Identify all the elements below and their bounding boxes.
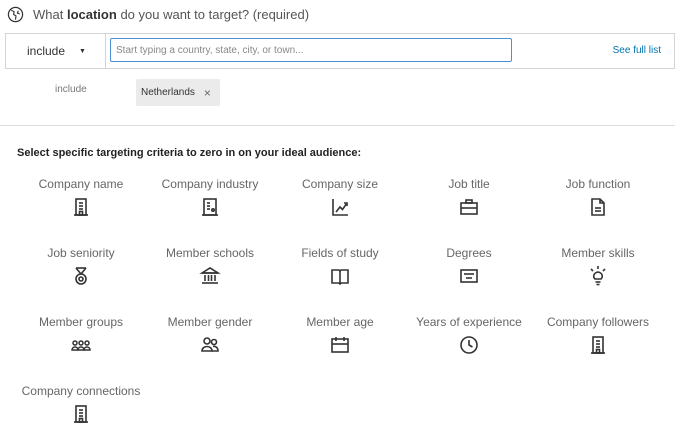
calendar-icon bbox=[331, 337, 349, 353]
book-icon bbox=[331, 269, 349, 286]
caret-down-icon: ▼ bbox=[79, 47, 86, 55]
people-icon bbox=[201, 337, 219, 352]
criterion-fields-of-study[interactable]: Fields of study bbox=[272, 246, 408, 287]
building-icon bbox=[74, 198, 88, 216]
criterion-company-followers[interactable]: Company followers bbox=[530, 315, 666, 356]
include-select-value: include bbox=[27, 44, 66, 58]
criterion-job-seniority[interactable]: Job seniority bbox=[13, 246, 149, 287]
diploma-icon bbox=[460, 269, 478, 283]
location-chip-netherlands: Netherlands × bbox=[136, 79, 220, 106]
location-search-input[interactable] bbox=[110, 38, 512, 62]
document-icon bbox=[591, 198, 605, 216]
clock-icon bbox=[460, 336, 478, 354]
criterion-years-of-experience[interactable]: Years of experience bbox=[401, 315, 537, 356]
criterion-job-title[interactable]: Job title bbox=[401, 177, 537, 218]
group-icon bbox=[71, 340, 91, 351]
criterion-member-groups[interactable]: Member groups bbox=[13, 315, 149, 356]
location-question: What location do you want to target? (re… bbox=[7, 6, 309, 23]
criterion-company-name[interactable]: Company name bbox=[13, 177, 149, 218]
criterion-degrees[interactable]: Degrees bbox=[401, 246, 537, 287]
briefcase-icon bbox=[460, 199, 478, 215]
industry-icon bbox=[202, 198, 218, 216]
building-icon bbox=[74, 405, 88, 423]
criterion-member-age[interactable]: Member age bbox=[272, 315, 408, 356]
criterion-member-skills[interactable]: Member skills bbox=[530, 246, 666, 287]
chart-up-icon bbox=[332, 199, 348, 216]
criterion-member-gender[interactable]: Member gender bbox=[142, 315, 278, 356]
see-full-list-link[interactable]: See full list bbox=[613, 45, 661, 56]
criteria-heading: Select specific targeting criteria to ze… bbox=[17, 147, 362, 159]
medal-icon bbox=[75, 267, 87, 285]
remove-chip-icon[interactable]: × bbox=[204, 87, 211, 99]
chip-label: Netherlands bbox=[141, 87, 195, 98]
lightbulb-icon bbox=[590, 266, 606, 286]
building-icon bbox=[591, 336, 605, 354]
section-divider bbox=[0, 125, 675, 126]
criterion-company-industry[interactable]: Company industry bbox=[142, 177, 278, 218]
criterion-company-connections[interactable]: Company connections bbox=[13, 384, 149, 425]
location-input-row: include ▼ See full list bbox=[5, 33, 675, 69]
included-locations-label: include bbox=[55, 84, 87, 95]
criterion-member-schools[interactable]: Member schools bbox=[142, 246, 278, 287]
include-exclude-select[interactable]: include ▼ bbox=[6, 34, 106, 68]
criterion-company-size[interactable]: Company size bbox=[272, 177, 408, 218]
globe-icon bbox=[7, 6, 24, 23]
location-question-text: What location do you want to target? (re… bbox=[33, 7, 310, 22]
criterion-job-function[interactable]: Job function bbox=[530, 177, 666, 218]
school-icon bbox=[199, 267, 221, 284]
